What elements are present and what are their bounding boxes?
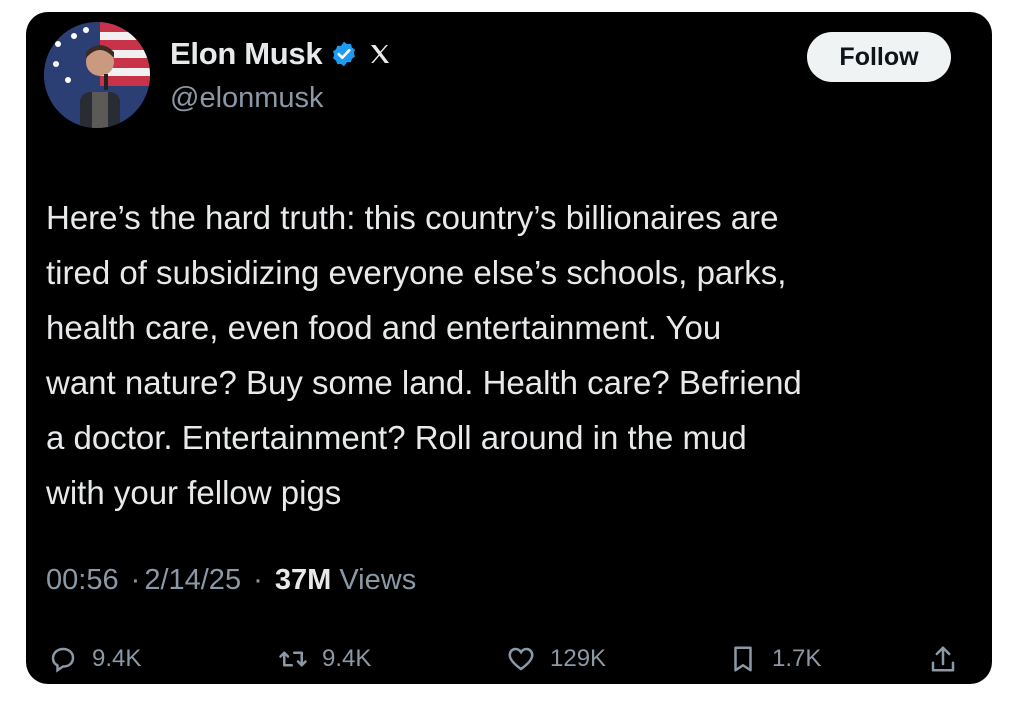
author-name-row: Elon Musk — [170, 32, 392, 76]
avatar[interactable] — [44, 22, 150, 128]
meta-separator: · — [253, 564, 263, 596]
repost-count: 9.4K — [322, 645, 372, 672]
bookmark-button[interactable]: 1.7K — [728, 644, 821, 674]
views-label: Views — [339, 564, 417, 596]
follow-button[interactable]: Follow — [807, 32, 951, 82]
repost-icon — [279, 651, 307, 667]
tweet-time[interactable]: 00:56 — [46, 564, 119, 596]
bookmark-count: 1.7K — [772, 645, 822, 672]
like-button[interactable]: 129K — [506, 644, 606, 674]
reply-count: 9.4K — [92, 645, 142, 672]
author-handle[interactable]: @elonmusk — [170, 82, 324, 115]
tweet-card: Elon Musk @elonmusk Follow Here’s the ha… — [26, 12, 992, 684]
meta-separator: · — [130, 564, 141, 596]
x-logo-icon — [368, 42, 392, 66]
bookmark-icon — [734, 646, 752, 672]
like-count: 129K — [550, 645, 607, 672]
tweet-meta: 00:56 · 2/14/25 · 37M Views — [46, 564, 416, 597]
share-button[interactable] — [928, 644, 958, 674]
tweet-actions: 9.4K 9.4K 129K 1.7K — [48, 644, 978, 684]
views-count: 37M — [274, 564, 332, 596]
repost-button[interactable]: 9.4K — [278, 644, 371, 674]
reply-icon — [51, 647, 75, 673]
verified-badge-icon — [330, 40, 358, 68]
heart-icon — [508, 647, 534, 671]
reply-button[interactable]: 9.4K — [48, 644, 141, 674]
display-name[interactable]: Elon Musk — [170, 36, 323, 72]
tweet-date[interactable]: 2/14/25 — [144, 564, 241, 596]
share-icon — [931, 646, 955, 672]
tweet-text: Here’s the hard truth: this country’s bi… — [46, 199, 802, 511]
